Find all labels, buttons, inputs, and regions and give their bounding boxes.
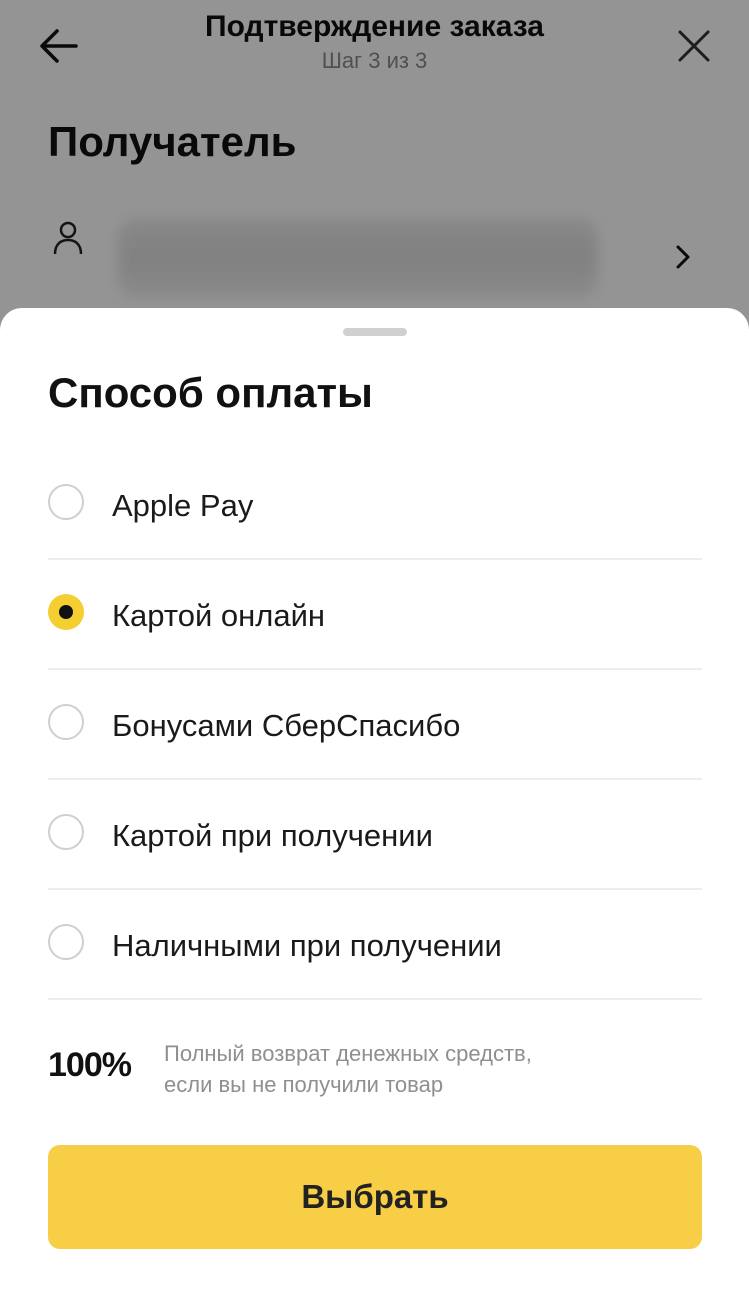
refund-guarantee: 100% Полный возврат денежных средств, ес…: [48, 1038, 702, 1108]
option-label: Бонусами СберСпасибо: [112, 708, 461, 743]
order-confirmation-screen: Подтверждение заказа Шаг 3 из 3 Получате…: [0, 0, 749, 1297]
payment-options-list: Apple Pay Картой онлайн Бонусами СберСпа…: [48, 450, 702, 1000]
select-button[interactable]: Выбрать: [48, 1145, 702, 1249]
payment-option-sberspasibo[interactable]: Бонусами СберСпасибо: [48, 670, 702, 780]
sheet-title: Способ оплаты: [48, 369, 373, 416]
option-label: Наличными при получении: [112, 928, 502, 963]
payment-option-cash-on-delivery[interactable]: Наличными при получении: [48, 890, 702, 1000]
radio-button[interactable]: [48, 814, 84, 850]
payment-option-card-on-delivery[interactable]: Картой при получении: [48, 780, 702, 890]
guarantee-text: Полный возврат денежных средств, если вы…: [164, 1038, 532, 1100]
option-label: Apple Pay: [112, 488, 254, 523]
guarantee-line-2: если вы не получили товар: [164, 1072, 444, 1097]
sheet-grabber[interactable]: [343, 328, 407, 336]
radio-button[interactable]: [48, 704, 84, 740]
option-label: Картой онлайн: [112, 598, 326, 633]
option-label: Картой при получении: [112, 818, 433, 853]
payment-option-card-online[interactable]: Картой онлайн: [48, 560, 702, 670]
radio-button[interactable]: [48, 484, 84, 520]
payment-option-apple-pay[interactable]: Apple Pay: [48, 450, 702, 560]
guarantee-percent: 100%: [48, 1046, 132, 1084]
guarantee-line-1: Полный возврат денежных средств,: [164, 1041, 532, 1066]
payment-method-sheet: Способ оплаты Apple Pay Картой онлайн Бо…: [0, 308, 749, 1297]
radio-button-selected[interactable]: [48, 594, 84, 630]
radio-button[interactable]: [48, 924, 84, 960]
